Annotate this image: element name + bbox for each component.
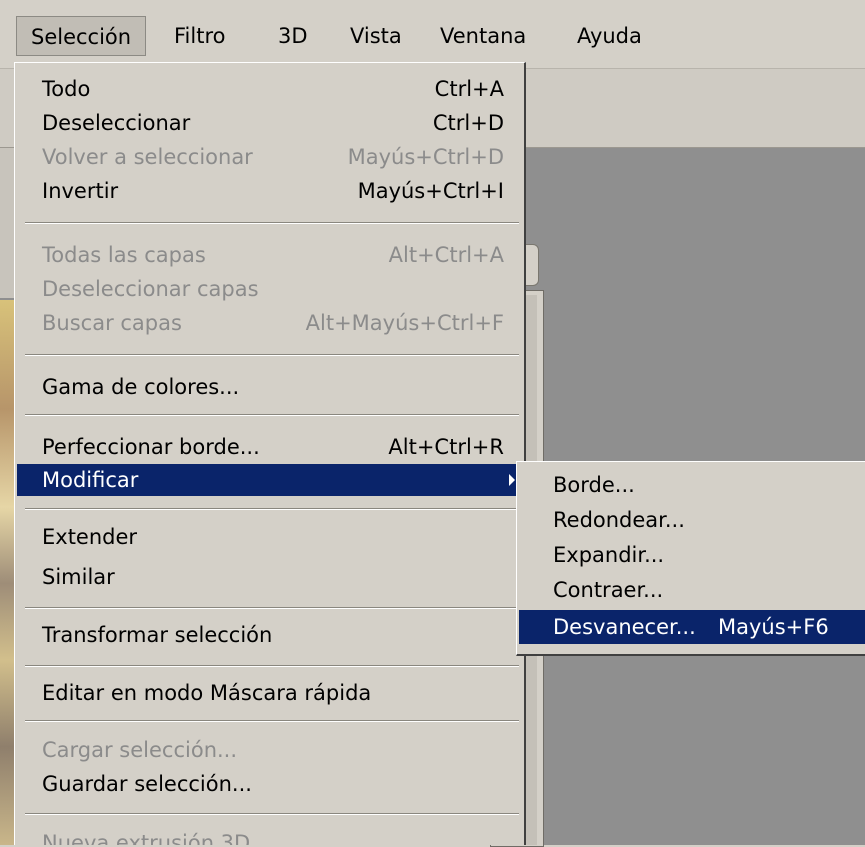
menu-item-shortcut: Ctrl+D bbox=[432, 111, 504, 135]
menu-item-guardar-seleccion[interactable]: Guardar selección... bbox=[17, 768, 522, 800]
menu-item-similar[interactable]: Similar bbox=[17, 561, 522, 593]
menu-item-label: Guardar selección... bbox=[42, 772, 252, 796]
menu-item-cargar-seleccion[interactable]: Cargar selección... bbox=[17, 734, 522, 766]
menu-item-shortcut: Alt+Mayús+Ctrl+F bbox=[305, 311, 504, 335]
menubar-ayuda[interactable]: Ayuda bbox=[563, 16, 656, 56]
menu-item-label: Transformar selección bbox=[42, 623, 273, 647]
menu-item-label: Deseleccionar capas bbox=[42, 277, 259, 301]
submenu-item-label: Contraer... bbox=[553, 578, 664, 602]
tools-panel-edge bbox=[0, 148, 15, 298]
menubar-ventana[interactable]: Ventana bbox=[426, 16, 540, 56]
menu-separator bbox=[25, 813, 519, 815]
menu-item-shortcut: Ctrl+A bbox=[434, 77, 504, 101]
menu-item-label: Modificar bbox=[42, 468, 139, 492]
menu-item-label: Deseleccionar bbox=[42, 111, 191, 135]
menu-separator bbox=[25, 354, 519, 356]
modificar-submenu: Borde... Redondear... Expandir... Contra… bbox=[516, 461, 865, 656]
menu-item-invertir[interactable]: Invertir Mayús+Ctrl+I bbox=[17, 175, 522, 207]
menu-item-deseleccionar-capas[interactable]: Deseleccionar capas bbox=[17, 273, 522, 305]
submenu-item-desvanecer[interactable]: Desvanecer... Mayús+F6 bbox=[519, 610, 865, 644]
menu-item-label: Todas las capas bbox=[42, 243, 206, 267]
submenu-item-shortcut: Mayús+F6 bbox=[718, 615, 829, 639]
menu-item-shortcut: Mayús+Ctrl+D bbox=[347, 145, 504, 169]
submenu-item-expandir[interactable]: Expandir... bbox=[519, 538, 865, 572]
submenu-item-label: Redondear... bbox=[553, 508, 685, 532]
menu-item-label: Perfeccionar borde... bbox=[42, 435, 260, 459]
submenu-item-contraer[interactable]: Contraer... bbox=[519, 573, 865, 607]
menu-item-shortcut: Mayús+Ctrl+I bbox=[357, 179, 504, 203]
menu-item-modificar[interactable]: Modificar bbox=[17, 464, 522, 496]
menu-separator bbox=[25, 414, 519, 416]
menu-item-nueva-extrusion-3d[interactable]: Nueva extrusión 3D bbox=[17, 827, 522, 845]
menubar-3d[interactable]: 3D bbox=[264, 16, 322, 56]
menu-item-buscar-capas[interactable]: Buscar capas Alt+Mayús+Ctrl+F bbox=[17, 307, 522, 339]
submenu-item-label: Expandir... bbox=[553, 543, 665, 567]
menu-separator bbox=[25, 665, 519, 667]
submenu-arrow-icon bbox=[509, 474, 515, 486]
menu-separator bbox=[25, 222, 519, 224]
menu-item-label: Nueva extrusión 3D bbox=[42, 831, 251, 845]
menubar-filtro[interactable]: Filtro bbox=[160, 16, 239, 56]
menu-item-label: Cargar selección... bbox=[42, 738, 238, 762]
menu-item-todo[interactable]: Todo Ctrl+A bbox=[17, 73, 522, 105]
menu-item-perfeccionar-borde[interactable]: Perfeccionar borde... Alt+Ctrl+R bbox=[17, 431, 522, 463]
submenu-item-label: Desvanecer... bbox=[553, 615, 696, 639]
menu-item-deseleccionar[interactable]: Deseleccionar Ctrl+D bbox=[17, 107, 522, 139]
menu-item-label: Extender bbox=[42, 525, 138, 549]
menu-separator bbox=[25, 607, 519, 609]
menu-item-label: Similar bbox=[42, 565, 115, 589]
menu-item-mascara-rapida[interactable]: Editar en modo Máscara rápida bbox=[17, 677, 522, 709]
menu-item-label: Invertir bbox=[42, 179, 119, 203]
menu-item-label: Gama de colores... bbox=[42, 375, 240, 399]
seleccion-menu: Todo Ctrl+A Deseleccionar Ctrl+D Volver … bbox=[14, 62, 526, 845]
menu-item-label: Todo bbox=[42, 77, 91, 101]
menu-item-label: Volver a seleccionar bbox=[42, 145, 253, 169]
menubar-vista[interactable]: Vista bbox=[336, 16, 416, 56]
submenu-item-redondear[interactable]: Redondear... bbox=[519, 503, 865, 537]
submenu-item-label: Borde... bbox=[553, 473, 635, 497]
menu-item-transformar-seleccion[interactable]: Transformar selección bbox=[17, 619, 522, 651]
menu-item-shortcut: Alt+Ctrl+R bbox=[388, 435, 504, 459]
menu-item-todas-las-capas[interactable]: Todas las capas Alt+Ctrl+A bbox=[17, 239, 522, 271]
menu-bar: Selección Filtro 3D Vista Ventana Ayuda bbox=[0, 0, 865, 69]
menu-item-extender[interactable]: Extender bbox=[17, 521, 522, 553]
menu-item-label: Editar en modo Máscara rápida bbox=[42, 681, 372, 705]
submenu-item-borde[interactable]: Borde... bbox=[519, 468, 865, 502]
menu-separator bbox=[25, 720, 519, 722]
menubar-seleccion[interactable]: Selección bbox=[16, 16, 147, 56]
menu-item-gama-de-colores[interactable]: Gama de colores... bbox=[17, 371, 522, 403]
menu-item-shortcut: Alt+Ctrl+A bbox=[388, 243, 504, 267]
menu-item-label: Buscar capas bbox=[42, 311, 182, 335]
menu-separator bbox=[25, 508, 519, 510]
menu-item-volver-a-seleccionar[interactable]: Volver a seleccionar Mayús+Ctrl+D bbox=[17, 141, 522, 173]
